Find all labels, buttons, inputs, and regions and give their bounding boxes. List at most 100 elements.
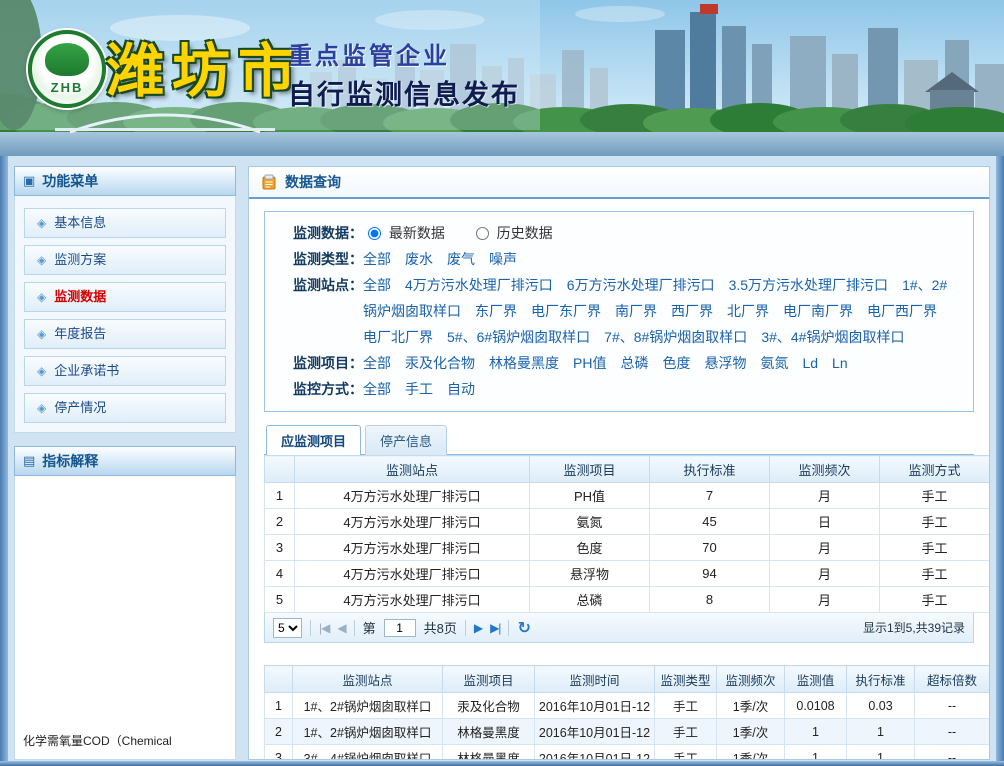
column-header[interactable]: 监测时间 bbox=[535, 666, 655, 693]
column-header[interactable]: 监测项目 bbox=[530, 456, 650, 483]
filter-option-link[interactable]: 全部 bbox=[363, 355, 391, 371]
content-area: ▣ 功能菜单 ◈ 基本信息 ◈ 监测方案 ◈ 监测数据 ◈ 年度报告 bbox=[8, 156, 996, 766]
refresh-button[interactable]: ↻ bbox=[517, 618, 530, 638]
filter-option-link[interactable]: 全部 bbox=[363, 381, 391, 397]
filter-option-link[interactable]: 3#、4#锅炉烟囱取样口 bbox=[761, 329, 904, 345]
filter-option-link[interactable]: 手工 bbox=[405, 381, 433, 397]
diamond-icon: ◈ bbox=[37, 320, 46, 348]
sidebar-item-enterprise-commitment[interactable]: ◈ 企业承诺书 bbox=[24, 356, 226, 386]
book-icon: ▤ bbox=[23, 453, 35, 469]
column-header[interactable]: 超标倍数 bbox=[915, 666, 990, 693]
table-cell: 月 bbox=[770, 535, 880, 561]
column-header[interactable]: 监测站点 bbox=[293, 666, 443, 693]
filter-option-link[interactable]: 全部 bbox=[363, 251, 391, 267]
filter-option-link[interactable]: 色度 bbox=[662, 355, 690, 371]
filter-option-link[interactable]: 总磷 bbox=[620, 355, 648, 371]
function-menu-header: ▣ 功能菜单 bbox=[14, 166, 236, 196]
radio-latest-data[interactable]: 最新数据 bbox=[363, 225, 449, 241]
sidebar-item-monitoring-data[interactable]: ◈ 监测数据 bbox=[24, 282, 226, 312]
table-cell: 手工 bbox=[880, 483, 990, 509]
table-row[interactable]: 11#、2#锅炉烟囱取样口汞及化合物2016年10月01日-12手工1季/次0.… bbox=[265, 693, 990, 719]
column-header[interactable]: 监测方式 bbox=[880, 456, 990, 483]
filter-option-link[interactable]: 电厂南厂界 bbox=[783, 303, 853, 319]
filter-option-link[interactable]: 自动 bbox=[447, 381, 475, 397]
filter-option-link[interactable]: 电厂东厂界 bbox=[531, 303, 601, 319]
filter-option-link[interactable]: 废水 bbox=[405, 251, 433, 267]
table-cell: 手工 bbox=[655, 719, 717, 745]
column-header[interactable]: 监测类型 bbox=[655, 666, 717, 693]
records-summary: 显示1到5,共39记录 bbox=[863, 619, 965, 636]
column-header bbox=[265, 666, 293, 693]
table-cell: 4万方污水处理厂排污口 bbox=[295, 483, 530, 509]
sidebar-item-annual-report[interactable]: ◈ 年度报告 bbox=[24, 319, 226, 349]
page-size-select[interactable]: 5 bbox=[273, 618, 302, 638]
filter-option-link[interactable]: 南厂界 bbox=[615, 303, 657, 319]
column-header[interactable]: 执行标准 bbox=[650, 456, 770, 483]
radio-history-data-input[interactable] bbox=[476, 227, 489, 240]
table-row[interactable]: 21#、2#锅炉烟囱取样口林格曼黑度2016年10月01日-12手工1季/次11… bbox=[265, 719, 990, 745]
filter-option-link[interactable]: 东厂界 bbox=[475, 303, 517, 319]
divider bbox=[354, 620, 355, 636]
divider bbox=[508, 620, 509, 636]
table-cell: 手工 bbox=[655, 693, 717, 719]
sidebar-item-shutdown-status[interactable]: ◈ 停产情况 bbox=[24, 393, 226, 423]
filter-option-link[interactable]: 电厂北厂界 bbox=[363, 329, 433, 345]
table-cell: 1 bbox=[847, 745, 915, 760]
table-cell: 4 bbox=[265, 561, 295, 587]
radio-history-data[interactable]: 历史数据 bbox=[471, 225, 553, 241]
filter-option-link[interactable]: 全部 bbox=[363, 277, 391, 293]
next-page-button[interactable]: ▶ bbox=[474, 621, 482, 635]
filter-option-link[interactable]: 北厂界 bbox=[727, 303, 769, 319]
filter-option-link[interactable]: 西厂界 bbox=[671, 303, 713, 319]
table-header-row: 监测站点 监测项目 执行标准 监测频次 监测方式 bbox=[265, 456, 990, 483]
filter-option-link[interactable]: Ld bbox=[802, 355, 818, 371]
page-number-input[interactable] bbox=[384, 619, 416, 637]
tab-shutdown-info[interactable]: 停产信息 bbox=[365, 425, 447, 455]
table-row[interactable]: 14万方污水处理厂排污口PH值7月手工 bbox=[265, 483, 990, 509]
filter-label-station: 监测站点： bbox=[277, 272, 363, 350]
filter-option-link[interactable]: 悬浮物 bbox=[704, 355, 746, 371]
table-cell: 色度 bbox=[530, 535, 650, 561]
column-header[interactable]: 监测项目 bbox=[443, 666, 535, 693]
table-row[interactable]: 34万方污水处理厂排污口色度70月手工 bbox=[265, 535, 990, 561]
table-cell: 月 bbox=[770, 587, 880, 613]
table-row[interactable]: 44万方污水处理厂排污口悬浮物94月手工 bbox=[265, 561, 990, 587]
filter-option-link[interactable]: 7#、8#锅炉烟囱取样口 bbox=[604, 329, 747, 345]
column-header[interactable]: 执行标准 bbox=[847, 666, 915, 693]
filter-option-link[interactable]: 5#、6#锅炉烟囱取样口 bbox=[447, 329, 590, 345]
column-header[interactable]: 监测频次 bbox=[770, 456, 880, 483]
page-label: 第 bbox=[363, 618, 376, 637]
filter-option-link[interactable]: 3.5万方污水处理厂排污口 bbox=[729, 277, 888, 293]
sidebar-item-basic-info[interactable]: ◈ 基本信息 bbox=[24, 208, 226, 238]
column-header[interactable]: 监测频次 bbox=[717, 666, 785, 693]
filter-option-link[interactable]: 4万方污水处理厂排污口 bbox=[405, 277, 553, 293]
filter-option-link[interactable]: 噪声 bbox=[489, 251, 517, 267]
table-cell: 悬浮物 bbox=[530, 561, 650, 587]
radio-latest-data-input[interactable] bbox=[368, 227, 381, 240]
column-header[interactable]: 监测站点 bbox=[295, 456, 530, 483]
tab-monitoring-items[interactable]: 应监测项目 bbox=[266, 425, 361, 455]
filter-option-link[interactable]: 林格曼黑度 bbox=[489, 355, 559, 371]
indicator-header: ▤ 指标解释 bbox=[14, 446, 236, 476]
table-cell: 月 bbox=[770, 483, 880, 509]
filter-option-link[interactable]: 汞及化合物 bbox=[405, 355, 475, 371]
table-row[interactable]: 54万方污水处理厂排污口总磷8月手工 bbox=[265, 587, 990, 613]
prev-page-button[interactable]: ◀ bbox=[337, 621, 345, 635]
sidebar-item-monitoring-plan[interactable]: ◈ 监测方案 bbox=[24, 245, 226, 275]
filter-option-link[interactable]: 6万方污水处理厂排污口 bbox=[567, 277, 715, 293]
document-icon bbox=[261, 174, 277, 190]
column-header[interactable]: 监测值 bbox=[785, 666, 847, 693]
page-right-border bbox=[996, 156, 1004, 766]
tab-bar: 应监测项目 停产信息 bbox=[264, 424, 974, 455]
first-page-button[interactable]: |◀ bbox=[319, 621, 329, 635]
table-row[interactable]: 24万方污水处理厂排污口氨氮45日手工 bbox=[265, 509, 990, 535]
table-row[interactable]: 33#、4#锅炉烟囱取样口林格曼黑度2016年10月01日-12手工1季/次11… bbox=[265, 745, 990, 760]
filter-option-link[interactable]: 废气 bbox=[447, 251, 475, 267]
sidebar-item-label: 年度报告 bbox=[54, 320, 106, 348]
filter-option-link[interactable]: Ln bbox=[832, 355, 848, 371]
filter-option-link[interactable]: PH值 bbox=[573, 355, 606, 371]
filter-option-link[interactable]: 氨氮 bbox=[760, 355, 788, 371]
last-page-button[interactable]: ▶| bbox=[490, 621, 500, 635]
divider bbox=[465, 620, 466, 636]
filter-option-link[interactable]: 电厂西厂界 bbox=[867, 303, 937, 319]
